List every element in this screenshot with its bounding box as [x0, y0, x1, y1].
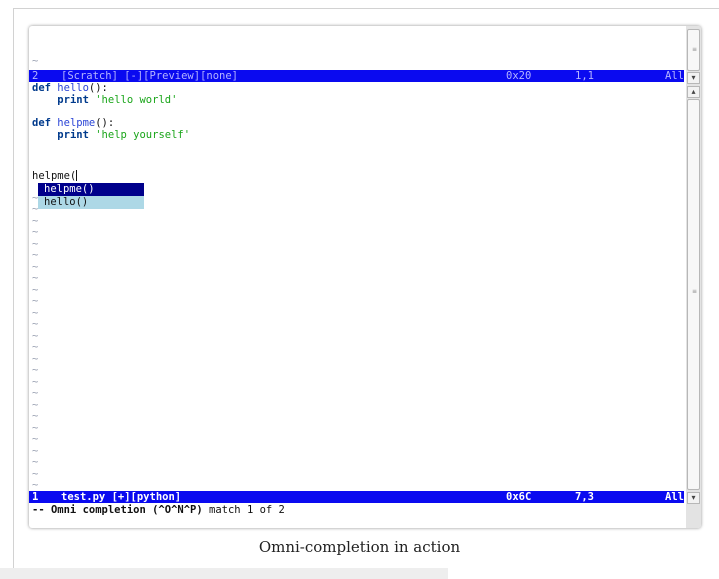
- buffer-name: [Scratch] [-][Preview][none]: [61, 70, 239, 82]
- preview-scrollbar[interactable]: ≡ ▾: [686, 26, 701, 86]
- completion-popup[interactable]: helpme() hello(): [38, 183, 144, 209]
- buffer-name: test.py [+][python]: [61, 491, 182, 503]
- text-cursor: [76, 170, 78, 181]
- empty-line-marker: ~: [32, 295, 39, 307]
- scroll-position: All: [665, 491, 684, 503]
- frame-border-top: [13, 8, 719, 9]
- empty-line-marker: ~: [32, 272, 39, 284]
- cursor-position: 7,3: [575, 491, 594, 503]
- main-statusline: 1 test.py [+][python] 0x6C 7,3 All: [29, 491, 684, 503]
- empty-line-marker: ~: [32, 410, 39, 422]
- frame-border-left: [13, 8, 14, 579]
- empty-line-marker: ~: [32, 55, 39, 67]
- empty-line-marker: ~: [32, 433, 39, 445]
- code-line: def helpme():: [32, 117, 115, 129]
- scrollbar-thumb[interactable]: ≡: [687, 99, 700, 490]
- scrollbar-thumb[interactable]: ≡: [687, 29, 700, 71]
- code-line-current: helpme(: [32, 170, 78, 182]
- scroll-position: All: [665, 70, 684, 82]
- char-hex: 0x20: [506, 70, 532, 82]
- empty-line-marker: ~: [32, 387, 39, 399]
- completion-item-selected[interactable]: helpme(): [38, 183, 144, 196]
- figure-caption: Omni-completion in action: [258, 538, 461, 556]
- code-line: def hello():: [32, 82, 108, 94]
- char-hex: 0x6C: [506, 491, 532, 503]
- scroll-up-arrow-icon[interactable]: ▴: [687, 86, 700, 98]
- empty-line-marker: ~: [32, 318, 39, 330]
- empty-line-marker: ~: [32, 479, 39, 491]
- scroll-down-arrow-icon[interactable]: ▾: [687, 492, 700, 504]
- page-bottom-bar: [0, 568, 448, 579]
- completion-item[interactable]: hello(): [38, 196, 144, 209]
- vim-editor[interactable]: ~ 2 [Scratch] [-][Preview][none] 0x20 1,…: [29, 26, 684, 528]
- preview-statusline: 2 [Scratch] [-][Preview][none] 0x20 1,1 …: [29, 70, 684, 82]
- window-number: 2: [32, 70, 39, 82]
- cursor-position: 1,1: [575, 70, 594, 82]
- empty-line-marker: ~: [32, 249, 39, 261]
- scroll-down-arrow-icon[interactable]: ▾: [687, 72, 700, 84]
- empty-line-marker: ~: [32, 364, 39, 376]
- main-scrollbar[interactable]: ▴ ≡ ▾: [686, 86, 701, 528]
- empty-line-marker: ~: [32, 456, 39, 468]
- grip-icon: ≡: [692, 46, 698, 53]
- empty-line-marker: ~: [32, 341, 39, 353]
- gvim-window: ~ 2 [Scratch] [-][Preview][none] 0x20 1,…: [29, 26, 701, 528]
- window-number: 1: [32, 491, 39, 503]
- command-line: -- Omni completion (^O^N^P) match 1 of 2: [32, 504, 285, 516]
- empty-line-marker: ~: [32, 226, 39, 238]
- code-line: print 'hello world': [57, 94, 178, 106]
- code-line: print 'help yourself': [57, 129, 191, 141]
- grip-icon: ≡: [692, 288, 698, 295]
